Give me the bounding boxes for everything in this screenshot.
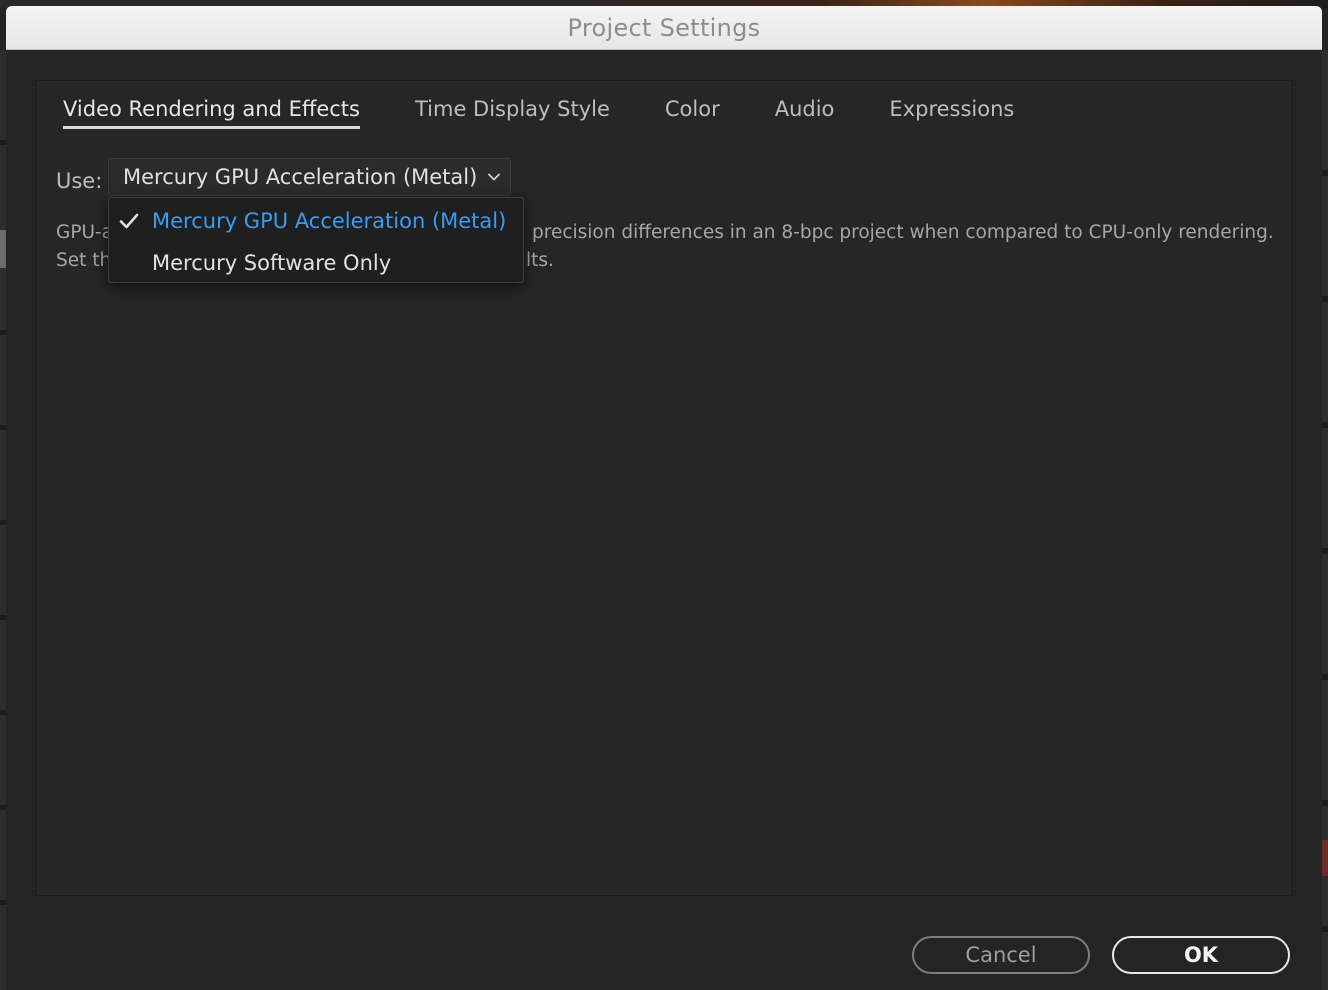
settings-tabs: Video Rendering and Effects Time Display… xyxy=(63,97,1069,129)
description-line-1-start: GPU-a xyxy=(56,222,114,243)
renderer-dropdown-menu: Mercury GPU Acceleration (Metal) Mercury… xyxy=(108,197,524,283)
cancel-button[interactable]: Cancel xyxy=(912,936,1090,974)
tab-time-display-style[interactable]: Time Display Style xyxy=(415,97,610,129)
tab-audio[interactable]: Audio xyxy=(775,97,835,129)
ok-button[interactable]: OK xyxy=(1112,936,1290,974)
dialog-titlebar[interactable]: Project Settings xyxy=(6,6,1322,50)
project-settings-dialog: Project Settings Video Rendering and Eff… xyxy=(6,6,1322,990)
renderer-select[interactable]: Mercury GPU Acceleration (Metal) xyxy=(108,158,511,196)
description-line-2-end: lts. xyxy=(526,250,554,271)
tab-color[interactable]: Color xyxy=(665,97,720,129)
dialog-title: Project Settings xyxy=(567,13,761,42)
background-right-marker xyxy=(1322,840,1328,876)
use-label: Use: xyxy=(56,169,103,193)
menu-option-label: Mercury Software Only xyxy=(152,251,392,275)
menu-option-mercury-software[interactable]: Mercury Software Only xyxy=(109,244,523,282)
background-right-panel xyxy=(1322,50,1328,990)
tab-expressions[interactable]: Expressions xyxy=(889,97,1014,129)
chevron-down-icon xyxy=(488,173,500,181)
renderer-select-value: Mercury GPU Acceleration (Metal) xyxy=(123,165,478,189)
menu-option-label: Mercury GPU Acceleration (Metal) xyxy=(152,209,507,233)
description-line-2-start: Set th xyxy=(56,250,112,271)
menu-option-mercury-gpu[interactable]: Mercury GPU Acceleration (Metal) xyxy=(109,202,523,240)
checkmark-icon xyxy=(119,213,139,229)
settings-panel: Video Rendering and Effects Time Display… xyxy=(36,80,1292,896)
description-line-1-end: precision differences in an 8-bpc projec… xyxy=(532,222,1274,243)
tab-video-rendering-and-effects[interactable]: Video Rendering and Effects xyxy=(63,97,360,129)
